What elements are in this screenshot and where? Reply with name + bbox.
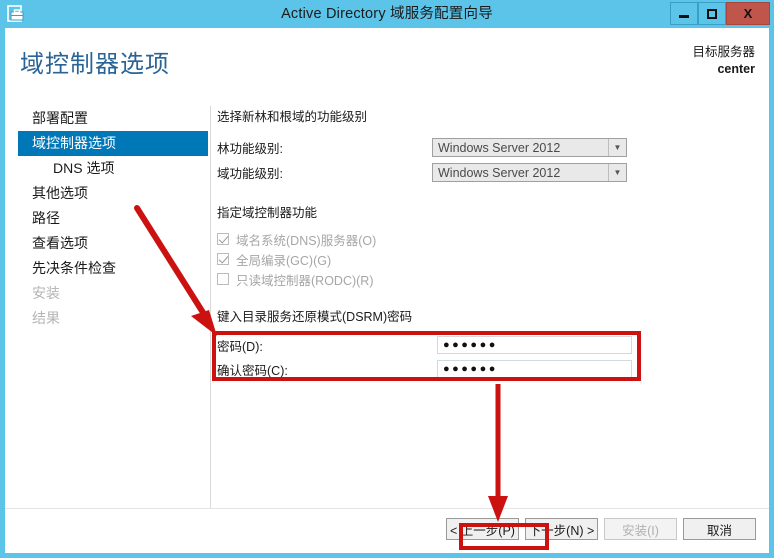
wizard-step-navigation: 部署配置 域控制器选项 DNS 选项 其他选项 路径 查看选项 先决条件检查 安…	[5, 106, 209, 331]
sidebar-item-prerequisites-check[interactable]: 先决条件检查	[5, 256, 209, 281]
capabilities-section-label: 指定域控制器功能	[217, 206, 318, 220]
sidebar-item-results: 结果	[32, 310, 60, 326]
sidebar-item-domain-controller-options[interactable]: 域控制器选项	[18, 131, 208, 156]
window-title: Active Directory 域服务配置向导	[281, 6, 493, 22]
confirm-password-label: 确认密码(C):	[217, 363, 288, 378]
cancel-button[interactable]: 取消	[683, 518, 756, 540]
forest-functional-level-label: 林功能级别:	[217, 142, 283, 156]
confirm-password-input[interactable]: ●●●●●●	[437, 360, 632, 378]
chevron-down-icon[interactable]: ▼	[608, 139, 626, 156]
checkbox-rodc	[217, 273, 229, 285]
ad-ds-configuration-wizard-window: Active Directory 域服务配置向导 X 域控制器选项 目标服务器 …	[0, 0, 774, 558]
minimize-icon	[679, 15, 689, 18]
dsrm-section-label: 键入目录服务还原模式(DSRM)密码	[217, 310, 413, 324]
main-content: 选择新林和根域的功能级别 林功能级别: Windows Server 2012 …	[217, 106, 762, 381]
previous-button[interactable]: < 上一步(P)	[446, 518, 519, 540]
window-bottom-edge	[0, 553, 774, 558]
next-button[interactable]: 下一步(N) >	[525, 518, 598, 540]
page-title: 域控制器选项	[20, 51, 170, 78]
target-server-name: center	[717, 62, 755, 76]
window-right-edge	[769, 28, 774, 553]
target-server-info: 目标服务器 center	[692, 44, 755, 78]
page-header: 域控制器选项 目标服务器 center	[5, 28, 769, 100]
sidebar-item-additional-options[interactable]: 其他选项	[5, 181, 209, 206]
domain-functional-level-label: 域功能级别:	[217, 167, 283, 181]
forest-functional-level-value: Windows Server 2012	[438, 140, 561, 155]
sidebar-divider	[210, 106, 211, 526]
checkbox-row-rodc[interactable]: 只读域控制器(RODC)(R)	[217, 269, 762, 289]
sidebar-item-dns-options[interactable]: DNS 选项	[5, 156, 209, 181]
window-controls: X	[670, 2, 770, 26]
checkbox-label-rodc: 只读域控制器(RODC)(R)	[236, 273, 374, 288]
domain-functional-level-select[interactable]: Windows Server 2012 ▼	[432, 163, 627, 182]
button-bar: < 上一步(P) 下一步(N) > 安装(I) 取消	[446, 518, 756, 540]
dialog-body: 域控制器选项 目标服务器 center 部署配置 域控制器选项 DNS 选项 其…	[5, 28, 769, 553]
confirm-password-row: 确认密码(C): ●●●●●●	[217, 357, 762, 381]
domain-functional-level-row: 域功能级别: Windows Server 2012 ▼	[217, 160, 762, 185]
close-button[interactable]: X	[726, 2, 770, 25]
install-button: 安装(I)	[604, 518, 677, 540]
minimize-button[interactable]	[670, 2, 698, 25]
domain-functional-level-value: Windows Server 2012	[438, 165, 561, 180]
checkbox-row-global-catalog[interactable]: 全局编录(GC)(G)	[217, 249, 762, 269]
dialog-footer: < 上一步(P) 下一步(N) > 安装(I) 取消	[5, 508, 769, 553]
maximize-button[interactable]	[698, 2, 726, 25]
sidebar-item-review-options[interactable]: 查看选项	[5, 231, 209, 256]
title-bar: Active Directory 域服务配置向导 X	[0, 0, 774, 28]
password-row: 密码(D): ●●●●●●	[217, 333, 762, 357]
checkbox-row-dns-server[interactable]: 域名系统(DNS)服务器(O)	[217, 229, 762, 249]
checkbox-label-dns-server: 域名系统(DNS)服务器(O)	[236, 233, 377, 248]
checkbox-global-catalog	[217, 253, 229, 265]
checkbox-dns-server	[217, 233, 229, 245]
target-server-label: 目标服务器	[692, 45, 755, 59]
checkbox-label-global-catalog: 全局编录(GC)(G)	[236, 253, 332, 268]
sidebar-item-installation: 安装	[32, 285, 60, 301]
functional-level-section-label: 选择新林和根域的功能级别	[217, 110, 368, 124]
password-label: 密码(D):	[217, 339, 263, 354]
forest-functional-level-select[interactable]: Windows Server 2012 ▼	[432, 138, 627, 157]
chevron-down-icon[interactable]: ▼	[608, 164, 626, 181]
password-input[interactable]: ●●●●●●	[437, 336, 632, 354]
maximize-icon	[707, 8, 717, 19]
forest-functional-level-row: 林功能级别: Windows Server 2012 ▼	[217, 135, 762, 160]
sidebar-item-deployment-config[interactable]: 部署配置	[5, 106, 209, 131]
sidebar-item-paths[interactable]: 路径	[5, 206, 209, 231]
